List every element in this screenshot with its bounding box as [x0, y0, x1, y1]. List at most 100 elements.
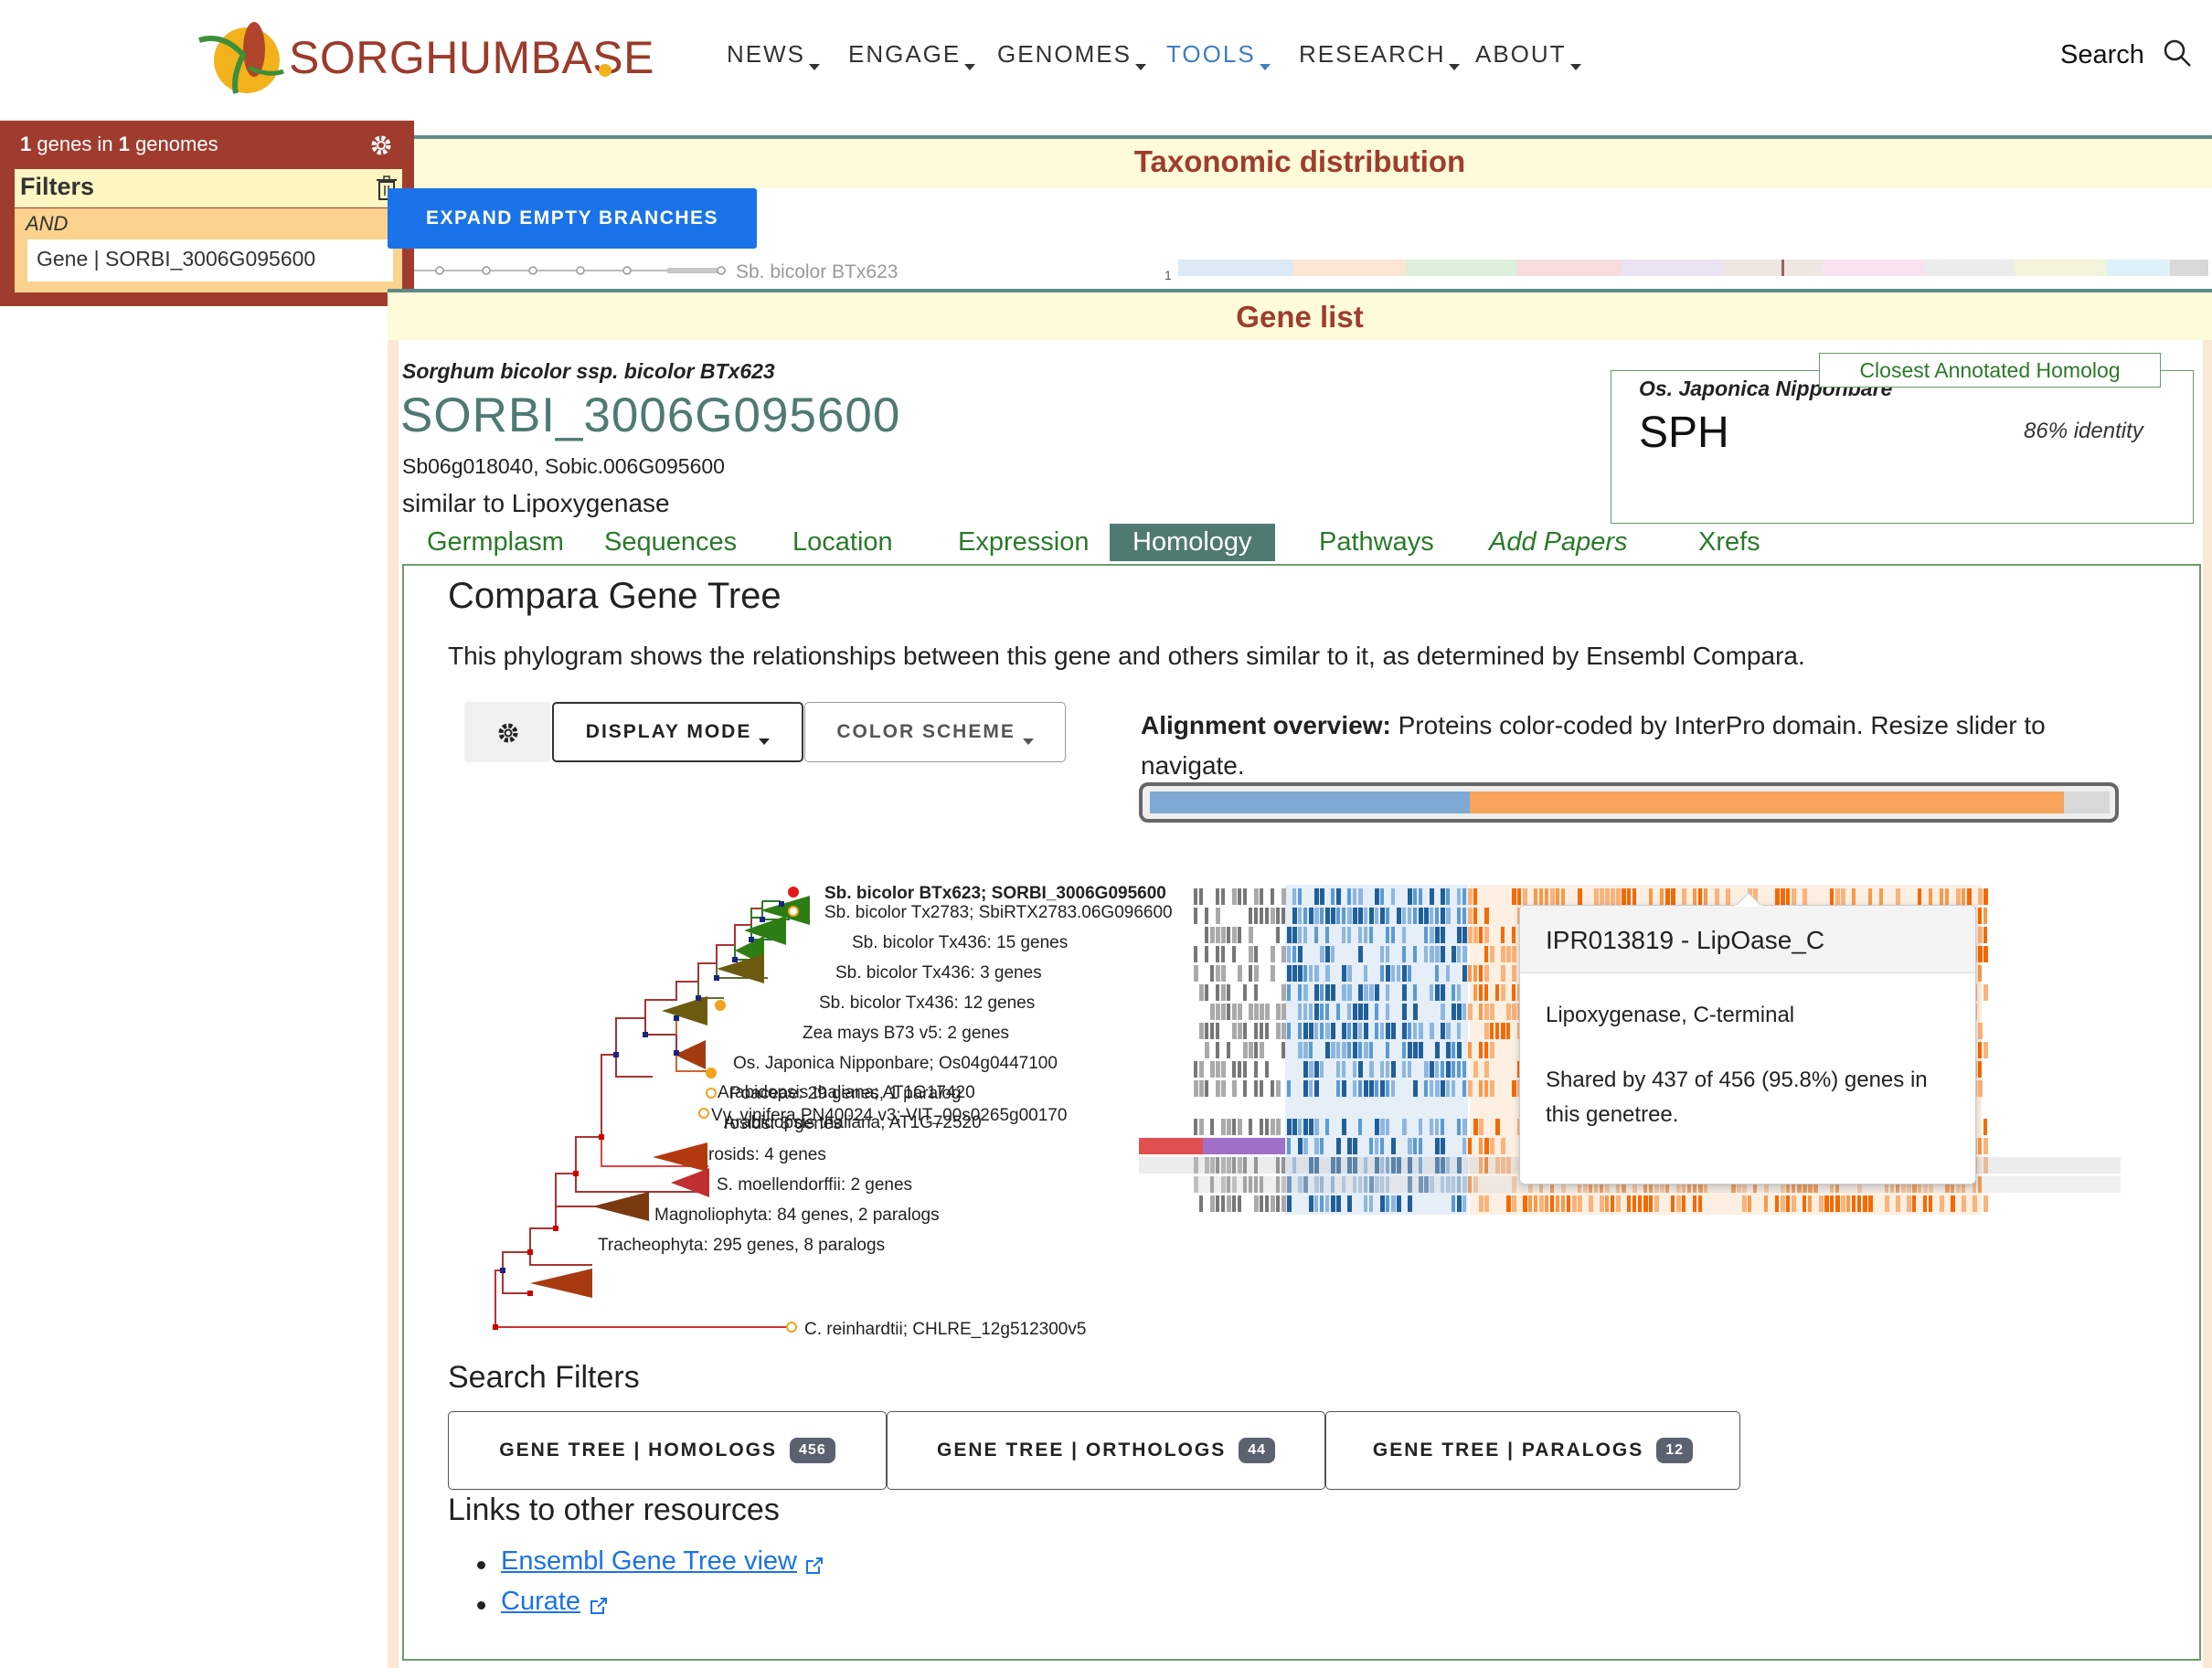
alignment-segment: [1353, 1061, 1356, 1078]
alignment-segment: [1956, 888, 1961, 905]
alignment-segment: [1375, 888, 1379, 905]
alignment-segment: [1435, 946, 1440, 962]
alignment-segment: [1216, 946, 1219, 962]
tab-germplasm[interactable]: Germplasm: [427, 527, 564, 558]
alignment-segment: [1572, 1195, 1577, 1212]
alignment-segment: [1665, 888, 1670, 905]
gene-tree-paralogs-button[interactable]: GENE TREE | PARALOGS 12: [1325, 1411, 1740, 1490]
alignment-segment: [1375, 908, 1378, 924]
gene-tree-orthologs-button[interactable]: GENE TREE | ORTHOLOGS 44: [887, 1411, 1325, 1490]
curate-link[interactable]: Curate: [501, 1587, 580, 1617]
alignment-segment: [1314, 1138, 1319, 1154]
alignment-segment: [1199, 888, 1203, 905]
tab-expression[interactable]: Expression: [958, 527, 1089, 558]
alignment-segment: [1194, 1119, 1197, 1135]
alignment-segment: [1358, 888, 1363, 905]
alignment-segment: [1484, 1004, 1489, 1020]
alignment-segment: [1331, 984, 1335, 1001]
alignment-segment: [1298, 908, 1302, 924]
alignment-segment: [1281, 1004, 1286, 1020]
alignment-segment: [1786, 888, 1790, 905]
alignment-segment: [1314, 888, 1319, 905]
alignment-segment: [1457, 1119, 1461, 1135]
external-link-icon[interactable]: [804, 1556, 824, 1576]
gene-tree-homologs-button[interactable]: GENE TREE | HOMOLOGS 456: [448, 1411, 887, 1490]
nav-news[interactable]: NEWS: [727, 40, 820, 70]
tree-settings-button[interactable]: [464, 702, 550, 762]
tree-node-label: Sb. bicolor Tx436: 3 genes: [835, 963, 1042, 983]
tab-pathways[interactable]: Pathways: [1319, 527, 1434, 558]
alignment-segment: [1441, 946, 1445, 962]
alignment-segment: [1983, 1119, 1987, 1135]
tab-homology[interactable]: Homology: [1110, 524, 1275, 561]
alignment-segment: [1419, 888, 1422, 905]
alignment-segment: [1199, 984, 1204, 1001]
alignment-segment: [1386, 908, 1389, 924]
alignment-segment: [1435, 1061, 1439, 1078]
nav-about[interactable]: ABOUT: [1475, 40, 1581, 70]
tab-xrefs[interactable]: Xrefs: [1698, 527, 1760, 558]
alignment-segment: [1238, 1061, 1241, 1078]
tab-sequences[interactable]: Sequences: [604, 527, 737, 558]
alignment-segment: [1303, 965, 1307, 982]
tab-location[interactable]: Location: [792, 527, 893, 558]
expand-empty-branches-button[interactable]: EXPAND EMPTY BRANCHES: [388, 188, 757, 249]
site-logo-text[interactable]: SORGHUMBASE: [289, 31, 654, 84]
nav-engage[interactable]: ENGAGE: [848, 40, 976, 70]
alignment-segment: [1479, 965, 1483, 982]
alignment-segment: [1978, 1138, 1982, 1154]
alignment-segment: [1254, 1195, 1259, 1212]
alignment-segment: [1742, 1195, 1747, 1212]
alignment-segment: [1419, 1119, 1422, 1135]
alignment-segment: [1698, 1195, 1702, 1212]
alignment-segment: [1303, 1138, 1308, 1154]
alignment-segment: [1600, 888, 1604, 905]
alignment-segment: [1347, 984, 1352, 1001]
tab-add-papers[interactable]: Add Papers: [1489, 527, 1628, 558]
alignment-segment: [1907, 1195, 1911, 1212]
external-link-icon[interactable]: [589, 1596, 609, 1616]
alignment-segment: [1369, 1061, 1374, 1078]
alignment-segment: [1698, 888, 1702, 905]
alignment-segment: [1408, 908, 1411, 924]
alignment-segment: [1983, 927, 1987, 943]
nav-tools[interactable]: TOOLS: [1166, 40, 1271, 70]
alignment-segment: [1484, 965, 1489, 982]
ensembl-gene-tree-link[interactable]: Ensembl Gene Tree view: [501, 1546, 797, 1577]
search-link[interactable]: Search: [2060, 40, 2144, 70]
nav-research[interactable]: RESEARCH: [1299, 40, 1461, 70]
sorghum-logo-icon[interactable]: [196, 13, 291, 97]
alignment-segment: [1534, 888, 1537, 905]
filter-gene-chip[interactable]: Gene | SORBI_3006G095600: [27, 239, 393, 282]
alignment-segment: [1369, 908, 1374, 924]
alignment-segment: [1216, 984, 1219, 1001]
alignment-segment: [1616, 1195, 1621, 1212]
alignment-segment: [1682, 888, 1686, 905]
alignment-segment: [1205, 1042, 1209, 1058]
nav-genomes[interactable]: GENOMES: [997, 40, 1146, 70]
alignment-segment: [1336, 1061, 1340, 1078]
alignment-segment: [1868, 888, 1872, 905]
alignment-segment: [1287, 1195, 1292, 1212]
alignment-segment: [1298, 984, 1302, 1001]
alignment-segment: [1479, 927, 1483, 943]
filter-operator[interactable]: AND: [15, 208, 402, 239]
alignment-segment: [1227, 1042, 1230, 1058]
search-icon[interactable]: [2163, 38, 2192, 68]
alignment-segment: [1391, 1080, 1395, 1097]
alignment-segment: [1501, 946, 1505, 962]
display-mode-dropdown[interactable]: DISPLAY MODE: [552, 702, 803, 762]
alignment-segment: [1199, 1023, 1204, 1039]
alignment-segment: [1205, 1080, 1208, 1097]
alignment-segment: [1303, 1023, 1308, 1039]
alignment-segment: [1402, 965, 1407, 982]
alignment-segment: [1194, 1061, 1197, 1078]
alignment-slider[interactable]: [1139, 782, 2121, 824]
alignment-segment: [1413, 946, 1417, 962]
gene-tree[interactable]: Sb. bicolor BTx623; SORBI_3006G095600 Sb…: [475, 832, 1225, 1344]
alignment-segment: [1517, 888, 1521, 905]
gear-icon[interactable]: [369, 133, 393, 157]
color-scheme-dropdown[interactable]: COLOR SCHEME: [804, 702, 1066, 762]
alignment-segment: [1369, 1042, 1373, 1058]
alignment-segment: [1287, 946, 1291, 962]
